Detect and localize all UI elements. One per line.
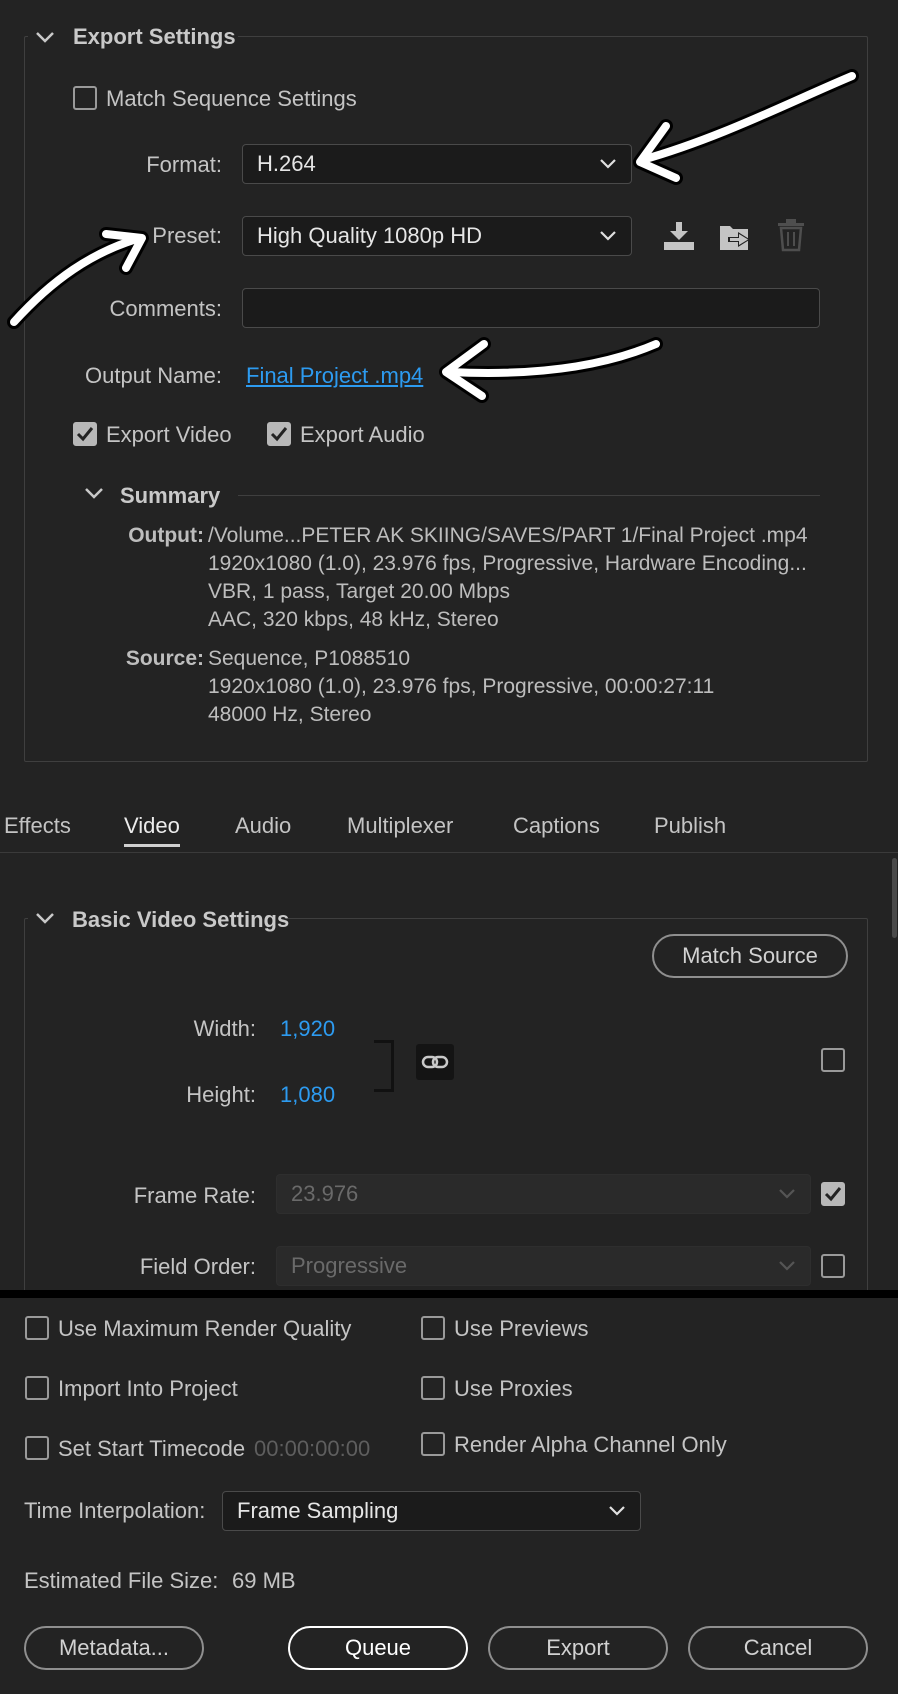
import-preset-icon[interactable]	[718, 220, 754, 252]
format-dropdown[interactable]: H.264	[242, 144, 632, 184]
tab-video-underline	[124, 844, 180, 847]
export-audio-checkbox[interactable]	[267, 422, 291, 446]
summary-source-audio: 48000 Hz, Stereo	[208, 703, 372, 726]
match-source-button[interactable]: Match Source	[652, 934, 848, 978]
import-into-project-label[interactable]: Import Into Project	[58, 1376, 238, 1402]
queue-button[interactable]: Queue	[288, 1626, 468, 1670]
metadata-button[interactable]: Metadata...	[24, 1626, 204, 1670]
scrollbar-thumb[interactable]	[892, 858, 897, 938]
constrain-proportions-button[interactable]	[416, 1044, 454, 1080]
chevron-down-icon[interactable]	[34, 911, 56, 925]
height-value[interactable]: 1,080	[280, 1082, 335, 1108]
chevron-down-icon	[600, 159, 616, 169]
width-value[interactable]: 1,920	[280, 1016, 335, 1042]
export-settings-header[interactable]: Export Settings	[73, 24, 236, 50]
tab-captions[interactable]: Captions	[513, 813, 600, 839]
preset-dropdown[interactable]: High Quality 1080p HD	[242, 216, 632, 256]
output-name-link[interactable]: Final Project .mp4	[246, 363, 423, 389]
tab-effects[interactable]: Effects	[4, 813, 71, 839]
comments-label: Comments:	[109, 296, 222, 321]
chevron-down-icon	[779, 1189, 795, 1199]
set-start-timecode-label[interactable]: Set Start Timecode	[58, 1436, 245, 1462]
save-preset-icon[interactable]	[662, 220, 696, 252]
height-label: Height:	[186, 1082, 256, 1107]
use-previews-label[interactable]: Use Previews	[454, 1316, 588, 1342]
render-alpha-only-label[interactable]: Render Alpha Channel Only	[454, 1432, 727, 1458]
match-sequence-checkbox[interactable]	[73, 86, 97, 110]
summary-source-video: 1920x1080 (1.0), 23.976 fps, Progressive…	[208, 675, 715, 698]
chevron-down-icon	[600, 231, 616, 241]
tab-publish[interactable]: Publish	[654, 813, 726, 839]
estimated-size-value: 69 MB	[232, 1568, 296, 1593]
export-video-label[interactable]: Export Video	[106, 422, 232, 448]
frame-rate-value: 23.976	[291, 1181, 359, 1206]
export-video-checkbox[interactable]	[73, 422, 97, 446]
time-interpolation-value: Frame Sampling	[237, 1498, 399, 1523]
summary-divider	[238, 495, 820, 496]
tab-video[interactable]: Video	[124, 813, 180, 839]
aspect-bracket	[374, 1040, 394, 1092]
chevron-down-icon	[609, 1506, 625, 1516]
summary-output-label: Output:	[128, 524, 204, 547]
preset-label: Preset:	[152, 223, 222, 248]
chevron-down-icon[interactable]	[34, 30, 56, 44]
import-into-project-checkbox[interactable]	[25, 1376, 49, 1400]
link-icon	[421, 1055, 449, 1069]
max-render-quality-checkbox[interactable]	[25, 1316, 49, 1340]
use-previews-checkbox[interactable]	[421, 1316, 445, 1340]
frame-rate-checkbox[interactable]	[821, 1182, 845, 1206]
tab-audio[interactable]: Audio	[235, 813, 291, 839]
chevron-down-icon	[779, 1261, 795, 1271]
comments-input[interactable]	[242, 288, 820, 328]
summary-output-path: /Volume...PETER AK SKIING/SAVES/PART 1/F…	[208, 524, 808, 547]
export-button[interactable]: Export	[488, 1626, 668, 1670]
preset-value: High Quality 1080p HD	[257, 223, 483, 248]
summary-output-video: 1920x1080 (1.0), 23.976 fps, Progressive…	[208, 552, 807, 575]
max-render-quality-label[interactable]: Use Maximum Render Quality	[58, 1316, 351, 1342]
resize-checkbox[interactable]	[821, 1048, 845, 1072]
width-label: Width:	[193, 1016, 256, 1041]
summary-source-sequence: Sequence, P1088510	[208, 647, 411, 670]
output-name-label: Output Name:	[85, 363, 222, 388]
basic-video-header[interactable]: Basic Video Settings	[72, 907, 289, 933]
frame-rate-label: Frame Rate:	[133, 1183, 256, 1208]
frame-rate-dropdown[interactable]: 23.976	[276, 1174, 811, 1214]
field-order-label: Field Order:	[139, 1254, 256, 1279]
match-sequence-label[interactable]: Match Sequence Settings	[106, 86, 357, 112]
field-order-dropdown[interactable]: Progressive	[276, 1246, 811, 1286]
field-order-value: Progressive	[291, 1253, 408, 1278]
summary-output-bitrate: VBR, 1 pass, Target 20.00 Mbps	[208, 580, 510, 603]
section-divider	[0, 1290, 898, 1298]
time-interpolation-label: Time Interpolation:	[24, 1498, 206, 1523]
render-alpha-only-checkbox[interactable]	[421, 1432, 445, 1456]
start-timecode-value: 00:00:00:00	[254, 1436, 371, 1461]
field-order-checkbox[interactable]	[821, 1254, 845, 1278]
format-label: Format:	[146, 152, 222, 177]
delete-preset-icon[interactable]	[776, 218, 806, 252]
summary-header[interactable]: Summary	[120, 483, 220, 509]
use-proxies-label[interactable]: Use Proxies	[454, 1376, 573, 1402]
estimated-size-label: Estimated File Size:	[24, 1568, 219, 1593]
use-proxies-checkbox[interactable]	[421, 1376, 445, 1400]
summary-output-audio: AAC, 320 kbps, 48 kHz, Stereo	[208, 608, 499, 631]
summary-source-lines: Sequence, P1088510 1920x1080 (1.0), 23.9…	[208, 645, 714, 729]
summary-output-lines: /Volume...PETER AK SKIING/SAVES/PART 1/F…	[208, 522, 808, 634]
tab-multiplexer[interactable]: Multiplexer	[347, 813, 453, 839]
export-audio-label[interactable]: Export Audio	[300, 422, 425, 448]
summary-source-label: Source:	[125, 647, 204, 670]
format-value: H.264	[257, 151, 316, 176]
set-start-timecode-checkbox[interactable]	[25, 1436, 49, 1460]
time-interpolation-dropdown[interactable]: Frame Sampling	[222, 1491, 641, 1531]
cancel-button[interactable]: Cancel	[688, 1626, 868, 1670]
chevron-down-icon[interactable]	[83, 486, 105, 500]
